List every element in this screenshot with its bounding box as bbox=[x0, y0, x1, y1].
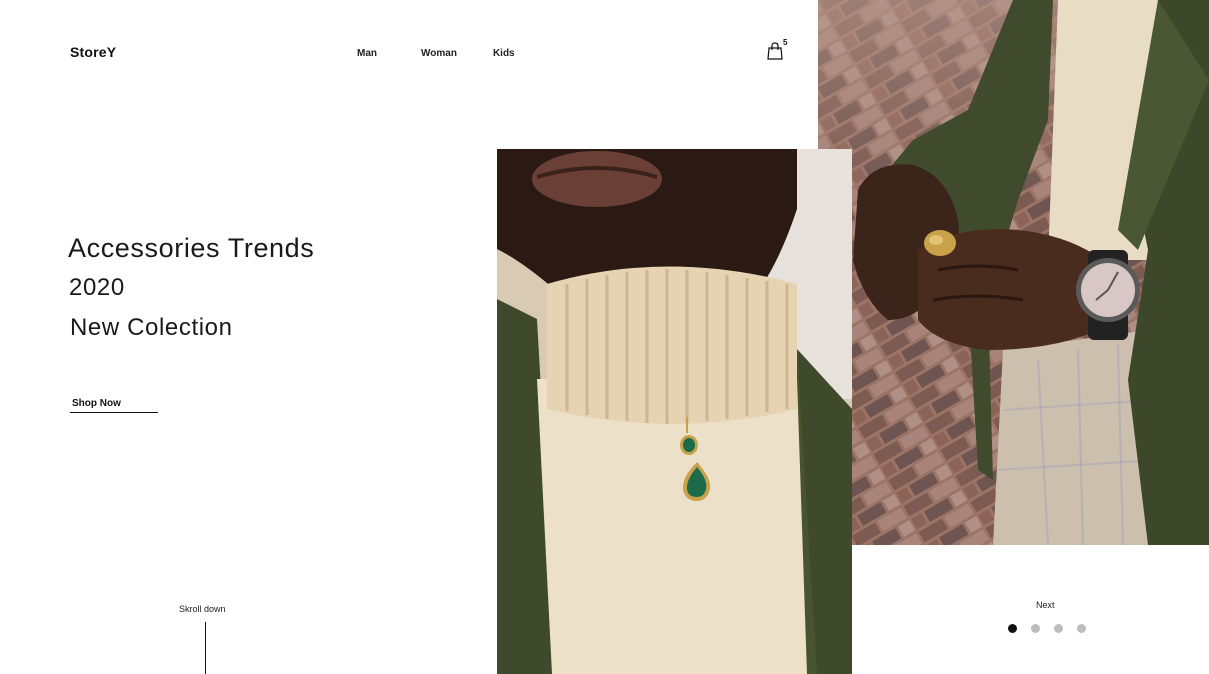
cart-button[interactable]: 5 bbox=[767, 38, 787, 62]
scroll-down-line bbox=[205, 622, 206, 674]
shopping-bag-icon bbox=[767, 42, 783, 60]
hero-heading: Accessories Trends 2020 New Colection bbox=[68, 228, 314, 348]
hero-title: Accessories Trends bbox=[68, 233, 315, 263]
slide-dot-4[interactable] bbox=[1077, 624, 1086, 633]
nav-item-woman[interactable]: Woman bbox=[421, 48, 457, 59]
brand-logo[interactable]: StoreY bbox=[70, 44, 116, 60]
product-photo-pendant bbox=[497, 149, 852, 674]
shop-now-link[interactable]: Shop Now bbox=[70, 398, 158, 413]
next-button[interactable]: Next bbox=[1036, 600, 1055, 610]
nav-item-man[interactable]: Man bbox=[357, 48, 377, 59]
scroll-down-label[interactable]: Skroll down bbox=[179, 604, 226, 614]
hero-year: 2020 bbox=[69, 274, 125, 301]
slide-indicator bbox=[1008, 624, 1100, 633]
product-photo-watch-ring bbox=[818, 0, 1209, 545]
landing-page: StoreY Man Woman Kids 5 Accessories Tren… bbox=[0, 0, 1209, 674]
slide-dot-1[interactable] bbox=[1008, 624, 1017, 633]
hero-subtitle: New Colection bbox=[70, 314, 233, 341]
nav-item-kids[interactable]: Kids bbox=[493, 48, 515, 59]
main-nav: Man Woman Kids bbox=[357, 48, 515, 59]
slide-dot-2[interactable] bbox=[1031, 624, 1040, 633]
cart-count-badge: 5 bbox=[783, 38, 788, 47]
slide-dot-3[interactable] bbox=[1054, 624, 1063, 633]
